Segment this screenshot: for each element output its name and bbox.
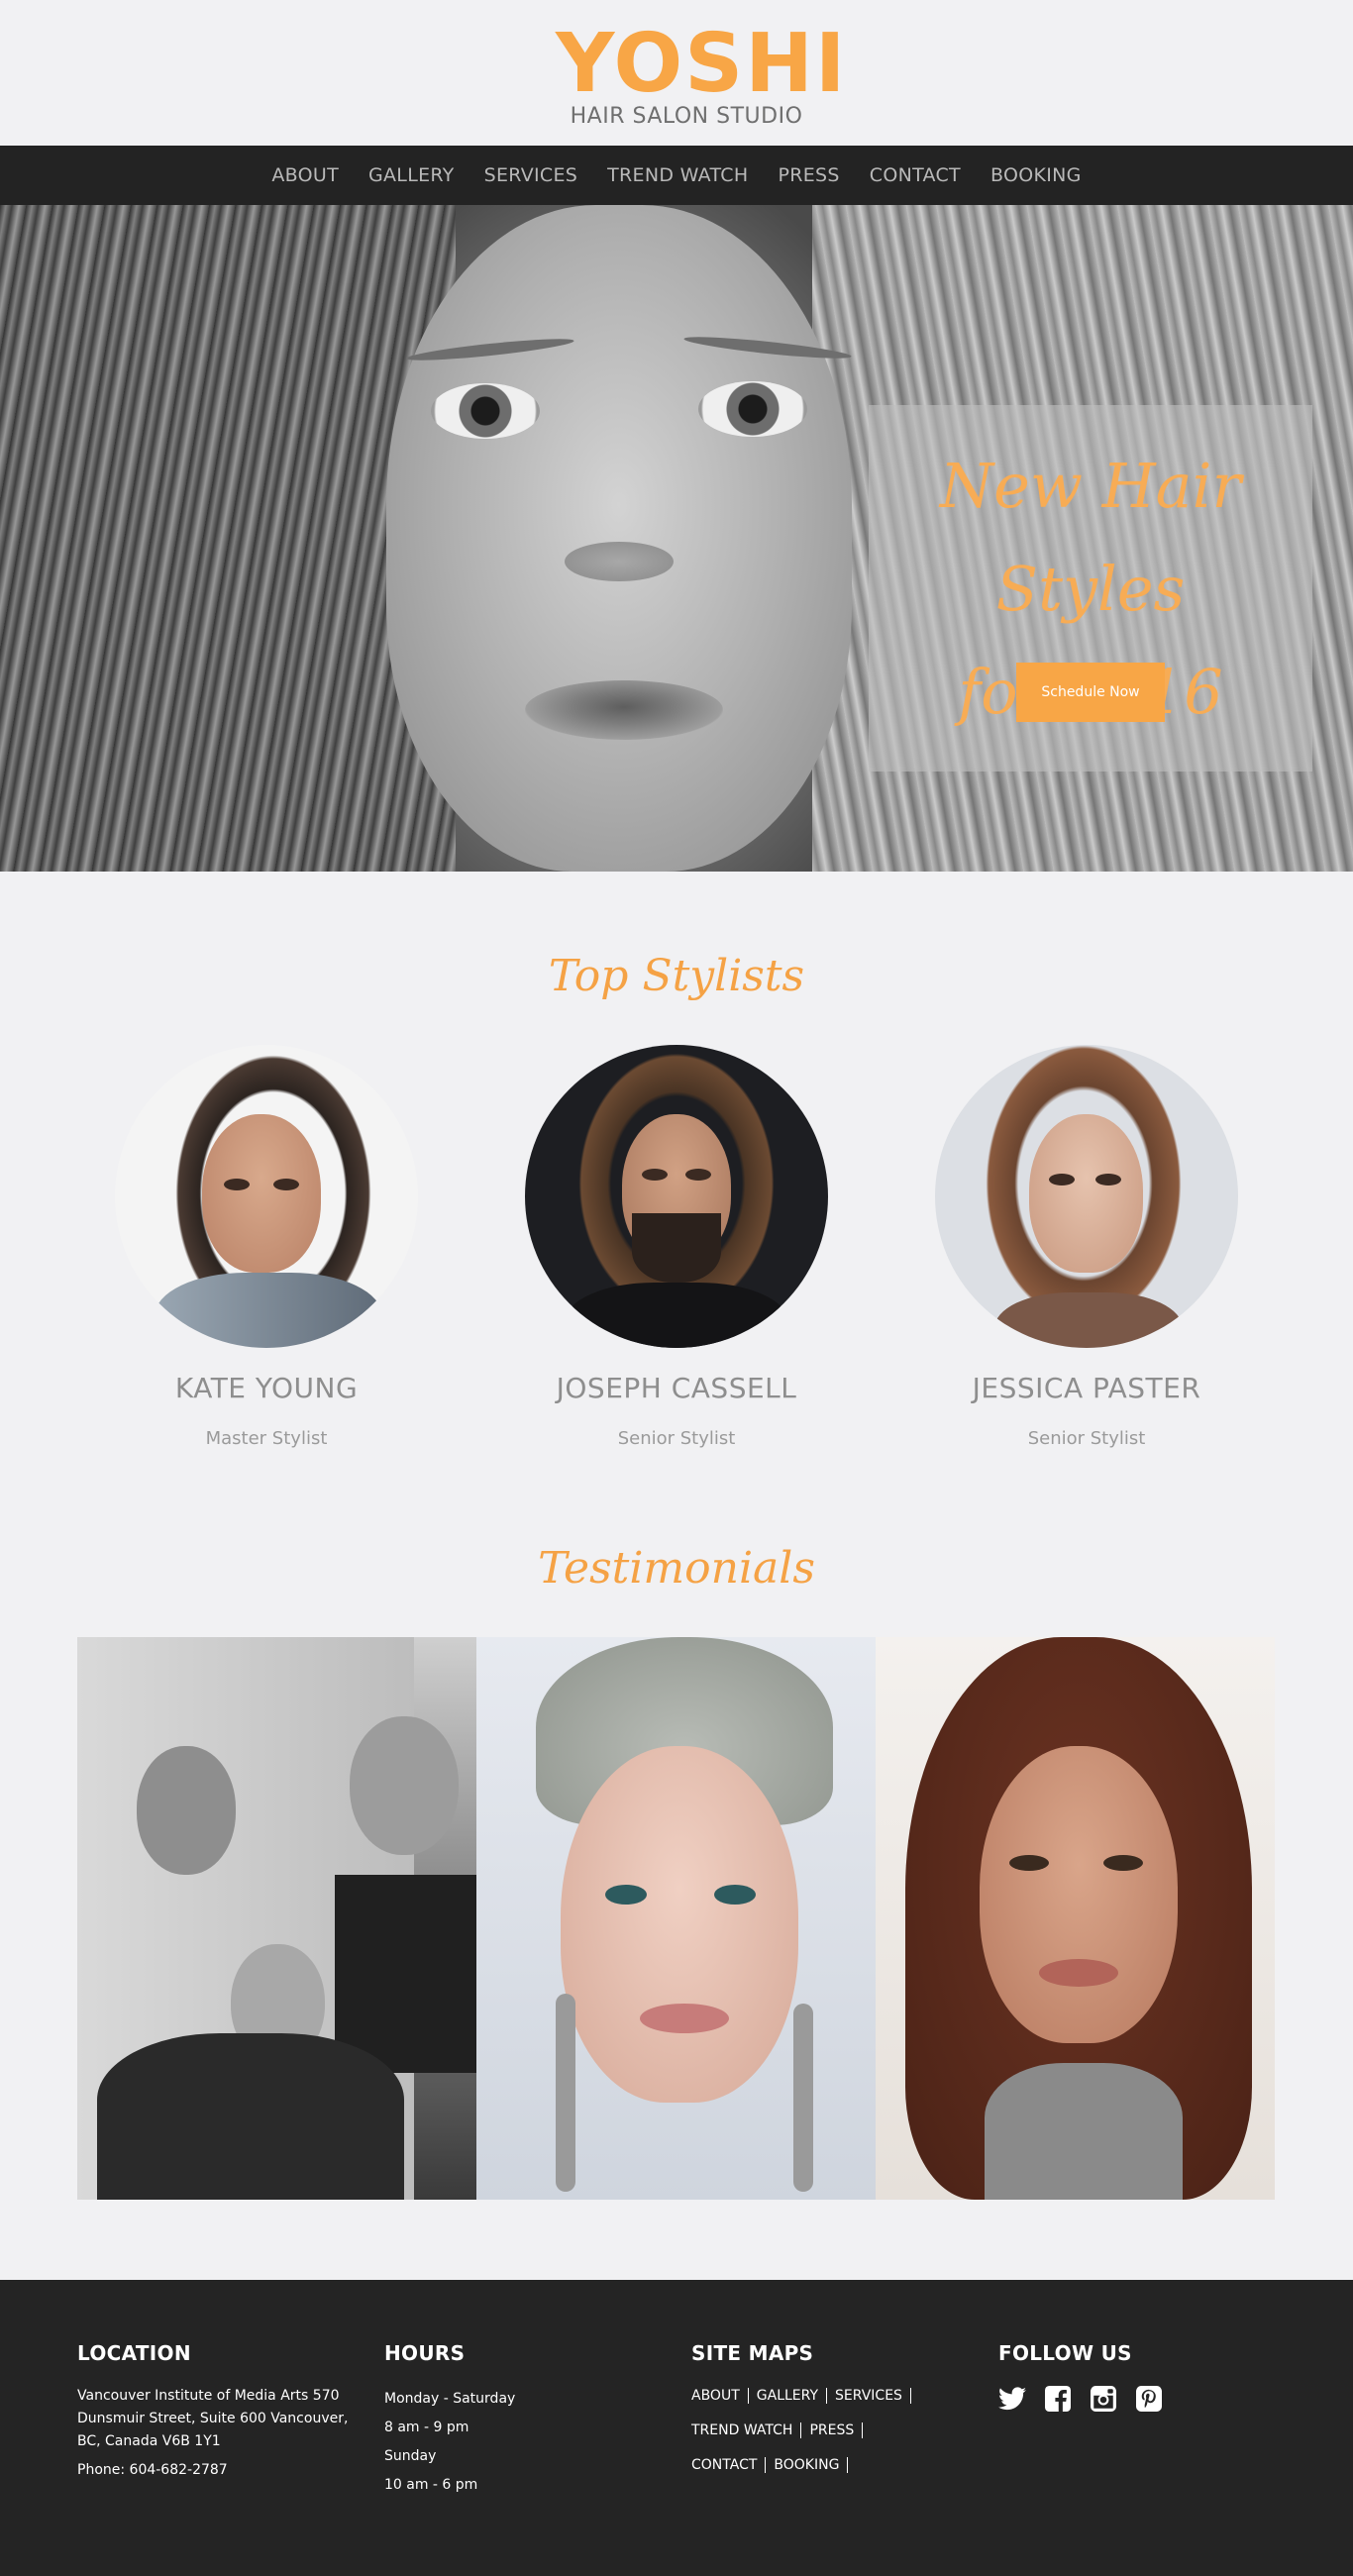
footer-sitemap: SITE MAPS ABOUT GALLERY SERVICES TREND WAT…	[691, 2341, 949, 2489]
hero-lips	[525, 680, 723, 740]
schedule-now-button[interactable]: Schedule Now	[1016, 663, 1165, 722]
main-nav: ABOUT GALLERY SERVICES TREND WATCH PRESS…	[0, 146, 1353, 205]
testimonials-title: Testimonials	[538, 1543, 815, 1594]
footer-link-press[interactable]: PRESS	[809, 2422, 864, 2438]
stylist-name: JOSEPH CASSELL	[556, 1372, 797, 1404]
hero-promo-box: New Hair Styles for 2016 Schedule Now	[869, 405, 1312, 772]
footer-link-booking[interactable]: BOOKING	[774, 2457, 849, 2473]
footer-hours: HOURS Monday - Saturday 8 am - 9 pm Sund…	[384, 2341, 515, 2500]
footer-follow: FOLLOW US	[998, 2341, 1163, 2413]
nav-gallery[interactable]: GALLERY	[368, 164, 455, 186]
footer-address-line1: Vancouver Institute of Media Arts 570	[77, 2388, 340, 2404]
footer-phone: Phone: 604-682-2787	[77, 2462, 228, 2478]
footer-link-about[interactable]: ABOUT	[691, 2388, 749, 2404]
footer-link-contact[interactable]: CONTACT	[691, 2457, 767, 2473]
footer-location: LOCATION Vancouver Institute of Media Ar…	[77, 2341, 348, 2482]
stylist-role: Master Stylist	[205, 1428, 328, 1449]
stylist-name: JESSICA PASTER	[972, 1372, 1201, 1404]
nav-services[interactable]: SERVICES	[484, 164, 578, 186]
footer-sitemap-heading: SITE MAPS	[691, 2341, 814, 2365]
nav-press[interactable]: PRESS	[778, 164, 839, 186]
pinterest-icon[interactable]	[1135, 2385, 1163, 2413]
nav-booking[interactable]: BOOKING	[990, 164, 1082, 186]
site-footer: LOCATION Vancouver Institute of Media Ar…	[0, 2280, 1353, 2576]
stylist-name: KATE YOUNG	[174, 1372, 359, 1404]
logo-word: YOSHI	[556, 17, 848, 111]
stylist-role: Senior Stylist	[1027, 1428, 1146, 1449]
stylist-card-kate-young[interactable]: KATE YOUNG Master Stylist	[88, 1045, 445, 1449]
logo-subtitle: HAIR SALON STUDIO	[570, 104, 803, 129]
testimonial-image-1	[77, 1637, 476, 2200]
nav-trend-watch[interactable]: TREND WATCH	[607, 164, 748, 186]
top-stylists-title: Top Stylists	[548, 951, 805, 1001]
hero-eye-right	[698, 381, 807, 437]
logo[interactable]: YOSHI HAIR SALON STUDIO	[556, 17, 848, 131]
stylist-role: Senior Stylist	[617, 1428, 736, 1449]
stylist-avatar-kate-young	[115, 1045, 418, 1348]
twitter-icon[interactable]	[998, 2385, 1026, 2413]
footer-follow-heading: FOLLOW US	[998, 2341, 1132, 2365]
stylist-avatar-jessica-paster	[935, 1045, 1238, 1348]
hero-nose	[565, 542, 674, 581]
footer-address-line2: Dunsmuir Street, Suite 600 Vancouver,	[77, 2411, 349, 2426]
footer-link-trend-watch[interactable]: TREND WATCH	[691, 2422, 802, 2438]
hero-title-line1: New Hair Styles	[939, 450, 1242, 625]
stylist-avatar-joseph-cassell	[525, 1045, 828, 1348]
footer-hours-line1: Monday - Saturday	[384, 2391, 516, 2407]
footer-hours-line3: Sunday	[384, 2448, 437, 2464]
site-header: YOSHI HAIR SALON STUDIO	[0, 0, 1353, 146]
footer-address-line3: BC, Canada V6B 1Y1	[77, 2433, 221, 2449]
instagram-icon[interactable]	[1090, 2385, 1117, 2413]
testimonial-image-3	[876, 1637, 1275, 2200]
footer-link-gallery[interactable]: GALLERY	[757, 2388, 828, 2404]
footer-sitemap-links: ABOUT GALLERY SERVICES TREND WATCH PRESS CO…	[691, 2385, 949, 2489]
stylist-card-joseph-cassell[interactable]: JOSEPH CASSELL Senior Stylist	[498, 1045, 855, 1449]
stylist-card-jessica-paster[interactable]: JESSICA PASTER Senior Stylist	[908, 1045, 1265, 1449]
testimonial-image-2	[476, 1637, 876, 2200]
nav-about[interactable]: ABOUT	[271, 164, 339, 186]
social-icons	[998, 2385, 1163, 2413]
footer-hours-heading: HOURS	[384, 2341, 466, 2365]
hero-image-face	[386, 205, 852, 872]
facebook-icon[interactable]	[1044, 2385, 1072, 2413]
footer-hours-line4: 10 am - 6 pm	[384, 2477, 478, 2493]
footer-location-heading: LOCATION	[77, 2341, 191, 2365]
footer-link-services[interactable]: SERVICES	[835, 2388, 911, 2404]
nav-contact[interactable]: CONTACT	[870, 164, 961, 186]
hero-eye-left	[431, 383, 540, 439]
footer-hours-line2: 8 am - 9 pm	[384, 2420, 469, 2435]
